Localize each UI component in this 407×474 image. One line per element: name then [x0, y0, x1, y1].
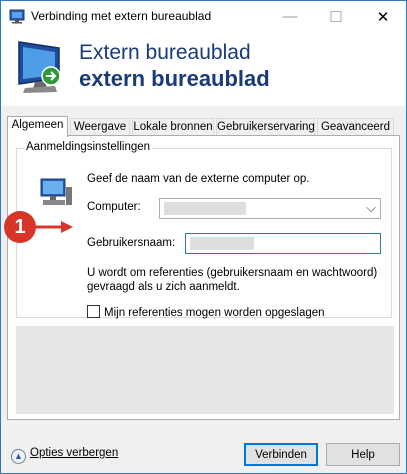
- connect-button[interactable]: Verbinden: [244, 443, 318, 466]
- tab-geavanceerd[interactable]: Geavanceerd: [317, 118, 394, 136]
- options-toggle[interactable]: ▲ Opties verbergen: [11, 447, 118, 464]
- computer-label: Computer:: [87, 201, 141, 213]
- remote-desktop-logo-icon: [18, 41, 61, 93]
- callout-arrow-icon: [31, 221, 73, 233]
- help-button[interactable]: Help: [326, 443, 400, 466]
- remote-desktop-icon: [9, 9, 25, 24]
- tab-weergave[interactable]: Weergave: [70, 118, 130, 136]
- maximize-button[interactable]: ☐: [313, 1, 359, 32]
- tab-gebruikerservaring[interactable]: Gebruikerservaring: [216, 118, 315, 136]
- tab-lokale-bronnen[interactable]: Lokale bronnen: [132, 118, 214, 136]
- username-input[interactable]: [185, 233, 381, 254]
- banner-title-line2: extern bureaublad: [79, 66, 270, 91]
- chevron-down-icon[interactable]: ⌵: [366, 200, 376, 216]
- tab-algemeen[interactable]: Algemeen: [7, 116, 68, 137]
- remember-credentials-label[interactable]: Mijn referenties mogen worden opgeslagen: [104, 307, 325, 319]
- title-bar: Verbinding met extern bureaublad — ☐ ✕: [1, 1, 406, 32]
- username-label: Gebruikersnaam:: [87, 237, 176, 249]
- window-title: Verbinding met extern bureaublad: [31, 9, 212, 23]
- username-value-redacted: [190, 237, 254, 250]
- computer-icon: [40, 178, 72, 205]
- tab-panel-algemeen: Aanmeldingsinstellingen Geef de naam van…: [7, 135, 400, 420]
- rdp-window: Verbinding met extern bureaublad — ☐ ✕ E…: [0, 0, 407, 474]
- close-button[interactable]: ✕: [360, 1, 406, 32]
- computer-value-redacted: [164, 202, 246, 215]
- computer-hint: Geef de naam van de externe computer op.: [87, 173, 310, 185]
- chevron-up-icon[interactable]: ▲: [11, 449, 26, 464]
- computer-combobox[interactable]: ⌵: [159, 198, 381, 219]
- remember-credentials-row[interactable]: Mijn referenties mogen worden opgeslagen: [87, 305, 325, 319]
- options-toggle-label[interactable]: Opties verbergen: [30, 447, 118, 459]
- credentials-info: U wordt om referenties (gebruikersnaam e…: [87, 267, 378, 293]
- banner: Extern bureaublad extern bureaublad: [1, 32, 406, 106]
- redacted-area: [16, 326, 394, 414]
- banner-title-line1: Extern bureaublad: [79, 41, 251, 64]
- remember-credentials-checkbox[interactable]: [87, 305, 100, 318]
- group-legend: Aanmeldingsinstellingen: [24, 141, 153, 153]
- minimize-button[interactable]: —: [267, 1, 313, 32]
